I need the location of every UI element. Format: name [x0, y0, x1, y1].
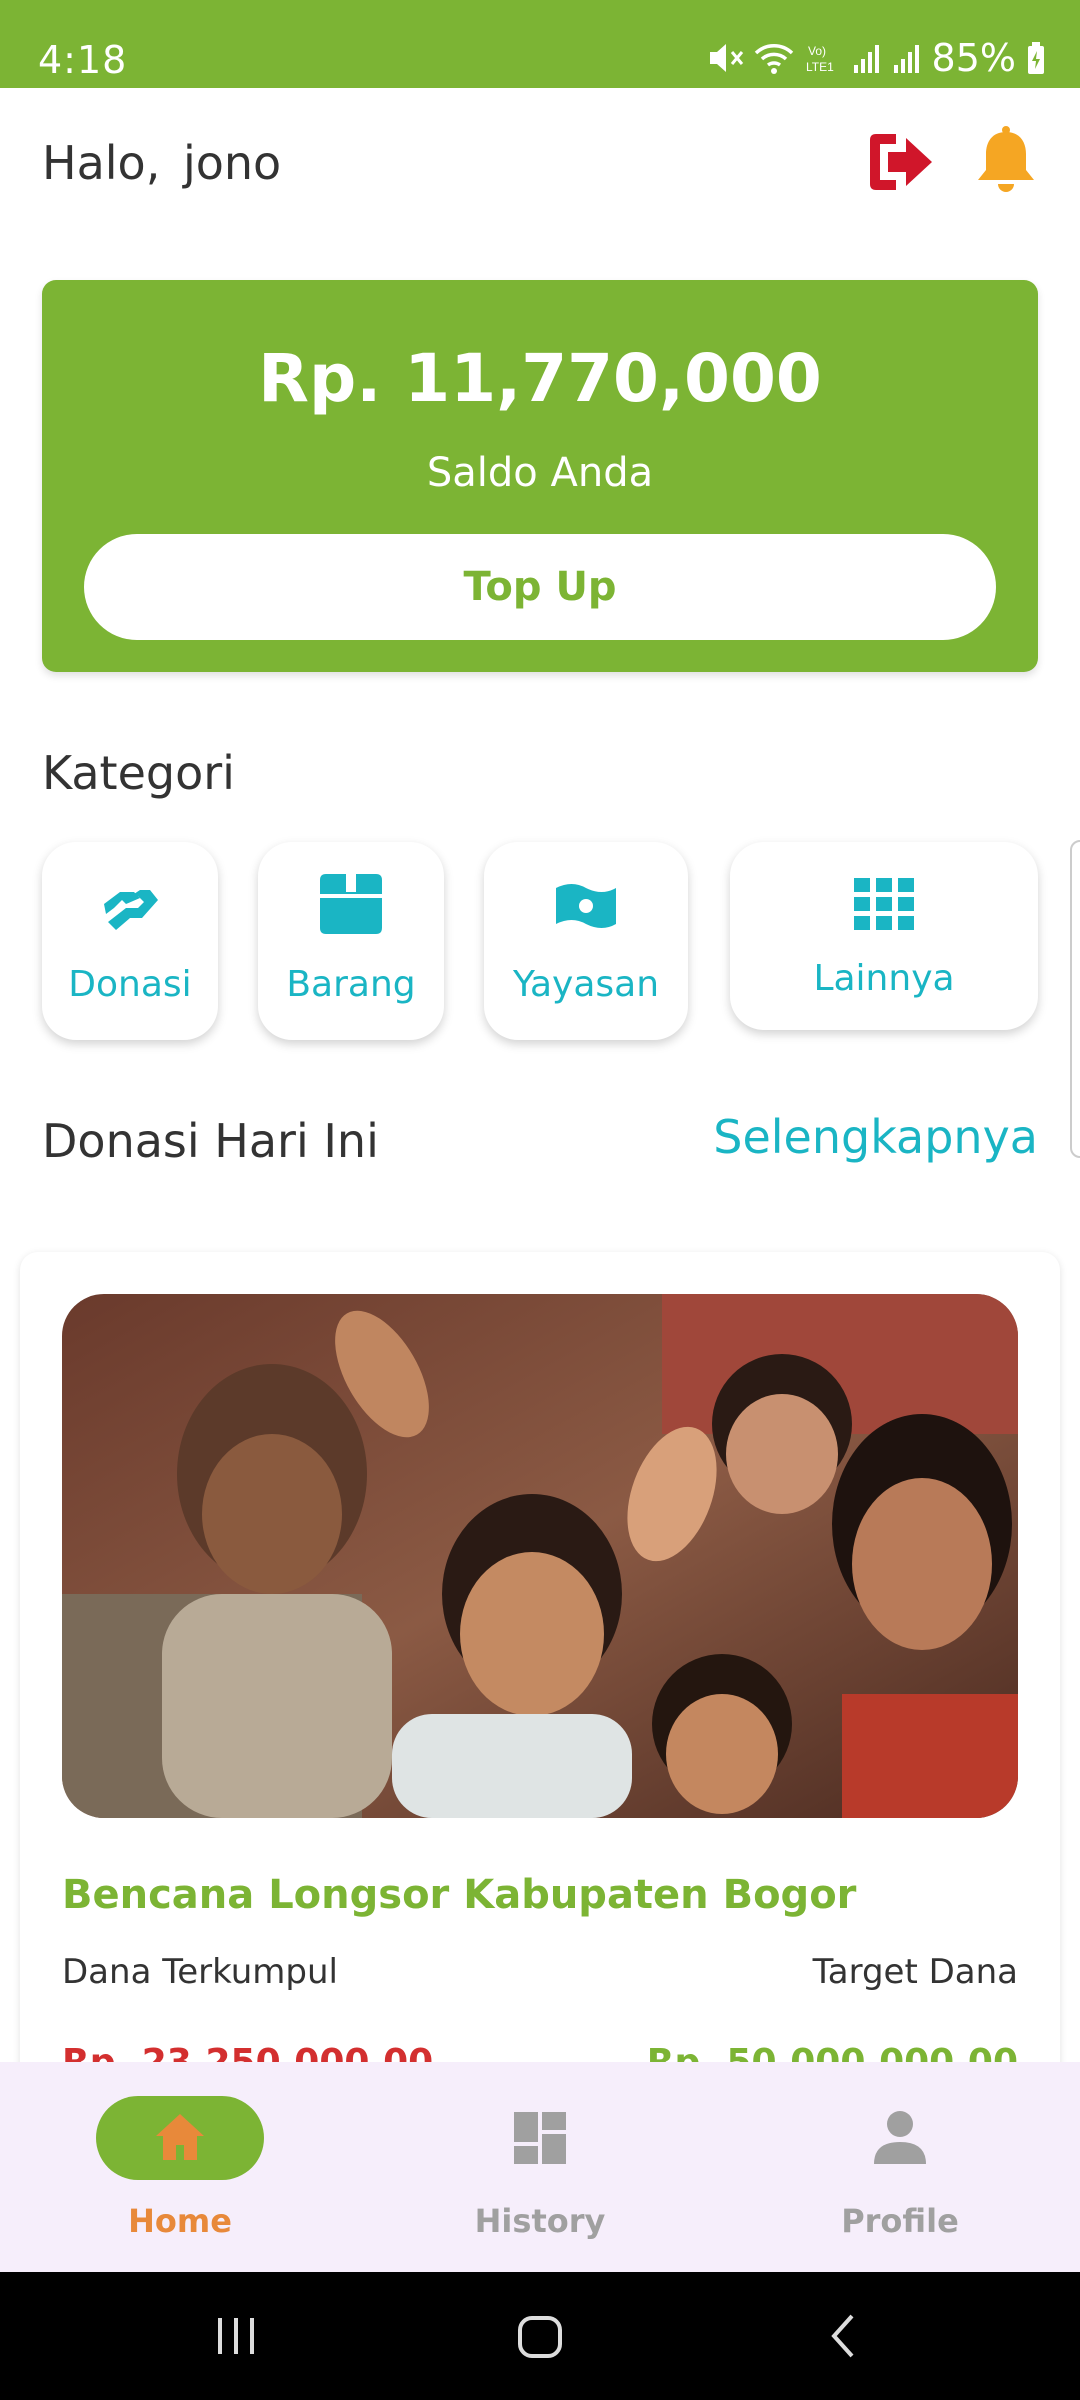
system-nav-bar — [0, 2272, 1080, 2400]
category-barang[interactable]: Barang — [258, 842, 444, 1040]
home-icon — [156, 2114, 204, 2160]
dashboard-icon — [514, 2112, 566, 2164]
collected-label: Dana Terkumpul — [62, 1952, 338, 1992]
box-icon — [320, 874, 382, 934]
category-label: Yayasan — [512, 964, 660, 1005]
signal-icon — [853, 45, 879, 73]
nav-profile[interactable]: Profile — [720, 2062, 1080, 2272]
svg-text:LTE1: LTE1 — [806, 60, 834, 74]
person-icon — [874, 2111, 926, 2164]
bottom-nav: Home History Profile — [0, 2062, 1080, 2272]
donation-title: Bencana Longsor Kabupaten Bogor — [62, 1872, 857, 1918]
status-time: 4:18 — [38, 38, 128, 82]
svg-text:Vo): Vo) — [808, 44, 826, 58]
nav-label: Profile — [841, 2202, 959, 2240]
hand-heart-icon — [104, 890, 158, 930]
category-label: Barang — [286, 964, 416, 1005]
volte-icon: Vo) LTE1 — [806, 44, 834, 74]
category-label: Donasi — [68, 964, 192, 1005]
nav-label: History — [474, 2202, 606, 2240]
donation-card[interactable]: Bencana Longsor Kabupaten Bogor Dana Ter… — [20, 1252, 1060, 2152]
flag-icon — [556, 884, 616, 928]
greeting-text: Halo, jono — [42, 136, 282, 190]
category-label: Lainnya — [813, 958, 955, 999]
status-icons: Vo) LTE1 85% — [708, 36, 1046, 80]
balance-amount: Rp. 11,770,000 — [258, 340, 822, 417]
topup-button[interactable]: Top Up — [84, 534, 996, 640]
recent-apps-icon[interactable] — [214, 2306, 258, 2366]
home-button-icon[interactable] — [514, 2306, 566, 2366]
signal-icon-2 — [893, 45, 919, 73]
donation-image — [62, 1294, 1018, 1818]
battery-icon — [1028, 42, 1044, 74]
back-icon[interactable] — [822, 2306, 862, 2366]
battery-percent: 85% — [931, 36, 1016, 80]
scroll-peek — [1070, 840, 1080, 1158]
category-section-title: Kategori — [42, 746, 235, 800]
nav-home[interactable]: Home — [0, 2062, 360, 2272]
category-lainnya[interactable]: Lainnya — [730, 842, 1038, 1030]
category-yayasan[interactable]: Yayasan — [484, 842, 688, 1040]
category-donasi[interactable]: Donasi — [42, 842, 218, 1040]
donation-section-title: Donasi Hari Ini — [42, 1114, 379, 1168]
balance-card: Rp. 11,770,000 Saldo Anda Top Up — [42, 280, 1038, 672]
balance-label: Saldo Anda — [426, 450, 654, 496]
see-more-link[interactable]: Selengkapnya — [713, 1110, 1038, 1164]
logout-icon[interactable] — [866, 130, 936, 194]
grid-icon — [854, 878, 914, 930]
nav-history[interactable]: History — [360, 2062, 720, 2272]
status-bar: 4:18 Vo) LTE1 85% — [0, 0, 1080, 88]
target-label: Target Dana — [812, 1952, 1018, 1992]
mute-icon — [709, 44, 743, 72]
nav-label: Home — [128, 2202, 232, 2240]
wifi-icon — [754, 44, 793, 74]
bell-icon[interactable] — [974, 124, 1038, 196]
